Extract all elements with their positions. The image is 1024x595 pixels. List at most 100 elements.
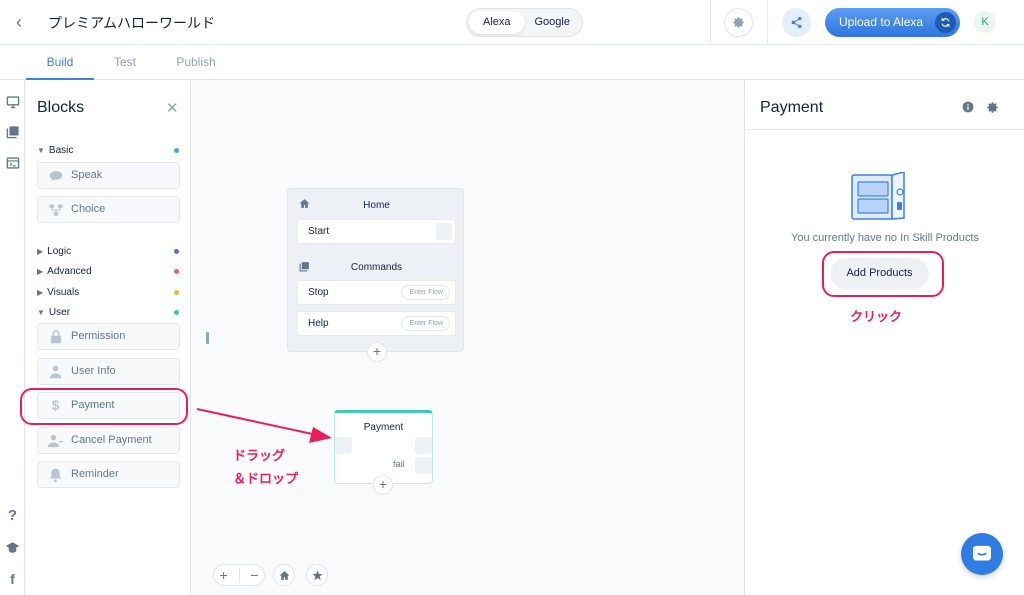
home-button[interactable] <box>273 564 295 586</box>
add-step-button[interactable]: + <box>373 475 393 495</box>
left-rail: ? f <box>0 80 25 595</box>
section-dot <box>174 148 179 153</box>
section-logic[interactable]: ▶ Logic <box>37 246 71 257</box>
terminal-icon[interactable] <box>5 155 20 170</box>
canvas[interactable] <box>192 80 743 595</box>
section-dot <box>174 269 179 274</box>
zoom-controls: + − <box>213 564 265 586</box>
tab-publish[interactable]: Publish <box>166 45 226 80</box>
command-stop[interactable]: Stop Enter Flow <box>297 280 456 305</box>
section-visuals[interactable]: ▶ Visuals <box>37 287 79 298</box>
enter-flow-label: Enter Flow <box>409 320 443 327</box>
block-speak[interactable]: Speak <box>37 162 180 189</box>
user-minus-icon <box>48 433 63 448</box>
panel-title: Payment <box>760 99 824 116</box>
help-icon[interactable]: ? <box>5 507 20 524</box>
close-icon[interactable]: ✕ <box>166 99 179 117</box>
monitor-icon[interactable] <box>5 94 20 109</box>
step-label: Stop <box>308 287 329 298</box>
lock-icon <box>48 329 63 344</box>
drop-annotation: ＆ドロップ <box>233 471 299 486</box>
chat-button[interactable] <box>961 533 1003 575</box>
zoom-out-button[interactable]: − <box>250 567 258 583</box>
block-label: Reminder <box>71 468 119 480</box>
back-button[interactable]: ‹ <box>16 12 34 32</box>
graduation-cap-icon[interactable] <box>5 540 20 555</box>
block-label: Cancel Payment <box>71 434 152 446</box>
user-icon <box>48 364 63 379</box>
home-block-group[interactable]: Home Start Commands Stop Enter Flow Help… <box>287 188 464 352</box>
payment-node-title: Payment <box>363 422 404 433</box>
avatar[interactable]: K <box>974 11 996 33</box>
home-icon <box>279 570 289 580</box>
success-port[interactable] <box>415 437 432 454</box>
payment-block-highlight <box>20 388 188 425</box>
block-choice[interactable]: Choice <box>37 196 180 223</box>
drag-arrow <box>196 408 332 443</box>
zoom-in-button[interactable]: + <box>219 567 227 583</box>
caret-right-icon: ▶ <box>37 247 44 256</box>
upload-to-alexa-button[interactable]: Upload to Alexa <box>825 8 960 37</box>
tab-build[interactable]: Build <box>26 45 94 80</box>
section-basic[interactable]: ▼ Basic <box>37 145 73 156</box>
step-label: Start <box>308 226 330 237</box>
caret-down-icon: ▼ <box>37 308 45 317</box>
section-label: Visuals <box>47 287 80 298</box>
upload-label: Upload to Alexa <box>839 15 924 29</box>
enter-flow-label: Enter Flow <box>409 289 443 296</box>
home-title: Home <box>363 200 390 211</box>
caret-down-icon: ▼ <box>37 146 45 155</box>
share-button[interactable] <box>782 8 811 37</box>
divider <box>710 0 711 45</box>
enter-flow-badge[interactable]: Enter Flow <box>400 285 450 300</box>
gear-icon <box>733 17 744 28</box>
blocks-title: Blocks <box>37 99 85 116</box>
input-port[interactable] <box>335 437 352 454</box>
drag-annotation: ドラッグ <box>233 448 286 463</box>
empty-state-text: You currently have no In Skill Products <box>791 232 979 244</box>
chat-icon <box>973 545 991 561</box>
start-step[interactable]: Start <box>297 219 456 244</box>
block-cancel-payment[interactable]: Cancel Payment <box>37 427 180 454</box>
facebook-icon[interactable]: f <box>5 571 20 587</box>
share-icon <box>791 16 802 29</box>
platform-google[interactable]: Google <box>525 11 581 34</box>
enter-flow-badge[interactable]: Enter Flow <box>400 316 450 331</box>
resize-handle[interactable] <box>206 332 209 344</box>
platform-alexa[interactable]: Alexa <box>469 11 525 34</box>
fail-port[interactable] <box>415 457 432 474</box>
block-label: User Info <box>71 365 116 377</box>
block-label: Permission <box>71 330 126 342</box>
section-dot <box>174 310 179 315</box>
commands-title: Commands <box>350 262 403 273</box>
divider <box>745 129 1024 130</box>
step-label: Help <box>308 318 329 329</box>
info-icon[interactable] <box>961 100 975 114</box>
gear-icon[interactable] <box>985 100 999 114</box>
output-port[interactable] <box>436 223 452 240</box>
sync-icon[interactable] <box>935 12 956 33</box>
divider <box>767 0 768 45</box>
platform-toggle[interactable]: Alexa Google <box>466 8 583 37</box>
section-advanced[interactable]: ▶ Advanced <box>37 266 92 277</box>
block-label: Choice <box>71 203 106 215</box>
star-icon <box>312 570 322 580</box>
add-step-button[interactable]: + <box>367 342 387 362</box>
favorite-button[interactable] <box>306 564 328 586</box>
library-icon[interactable] <box>5 124 20 139</box>
section-dot <box>174 290 179 295</box>
payment-node[interactable]: Payment fail <box>334 410 433 484</box>
block-user-info[interactable]: User Info <box>37 358 180 385</box>
section-user[interactable]: ▼ User <box>37 307 70 318</box>
blocks-panel: Blocks ✕ ▼ Basic Speak Choice ▶ Logic ▶ Adv… <box>26 80 191 595</box>
tab-test[interactable]: Test <box>100 45 150 80</box>
section-label: Advanced <box>47 266 92 277</box>
settings-button[interactable] <box>724 8 753 37</box>
section-label: User <box>48 307 71 318</box>
top-bar: ‹ プレミアムハローワールド Alexa Google Upload to Al… <box>0 0 1024 45</box>
command-help[interactable]: Help Enter Flow <box>297 311 456 336</box>
caret-right-icon: ▶ <box>37 267 44 276</box>
block-permission[interactable]: Permission <box>37 323 180 350</box>
add-products-highlight <box>822 251 944 297</box>
block-reminder[interactable]: Reminder <box>37 461 180 488</box>
